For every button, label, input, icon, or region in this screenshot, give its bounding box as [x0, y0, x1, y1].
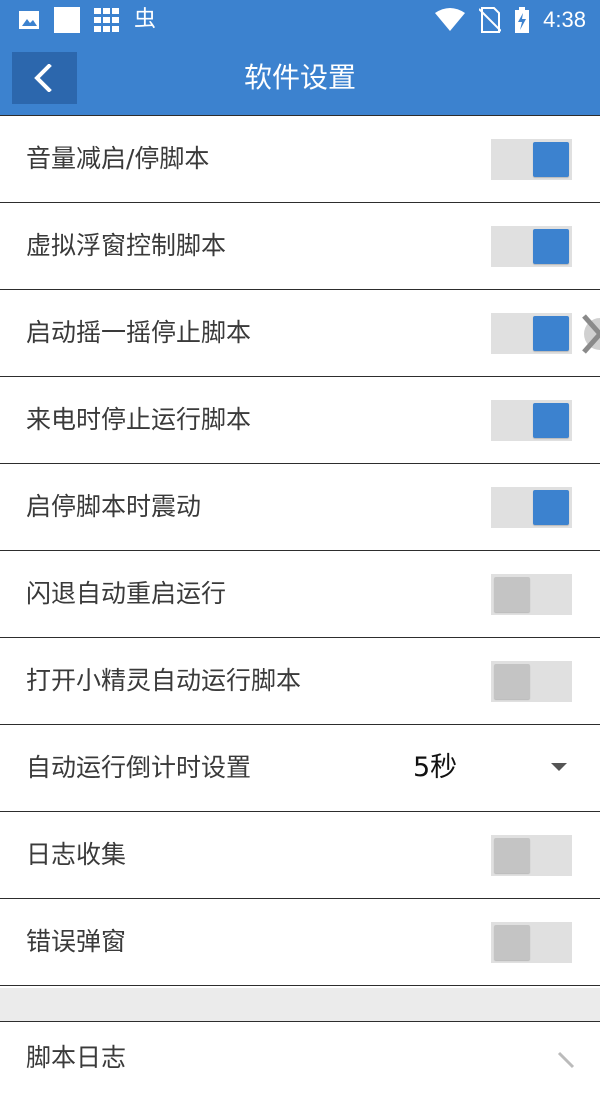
stop-on-call-switch[interactable] [491, 400, 572, 441]
setting-row-volume-toggle-script: 音量减启/停脚本 [0, 116, 600, 203]
floating-control-icon[interactable] [578, 310, 600, 358]
battery-charging-icon [515, 7, 530, 33]
white-square-icon [54, 7, 80, 33]
switch-knob [494, 838, 530, 873]
status-time: 4:38 [543, 7, 586, 32]
setting-label: 启停脚本时震动 [26, 492, 202, 521]
setting-label: 虚拟浮窗控制脚本 [26, 231, 227, 260]
caret-down-icon [551, 763, 567, 771]
settings-list: 音量减启/停脚本 虚拟浮窗控制脚本 启动摇一摇停止脚本 来电时停止运行脚本 启停… [0, 116, 600, 986]
floating-window-control-switch[interactable] [491, 226, 572, 267]
setting-label: 音量减启/停脚本 [26, 144, 210, 173]
error-popup-switch[interactable] [491, 922, 572, 963]
log-collection-switch[interactable] [491, 835, 572, 876]
switch-knob [533, 316, 569, 351]
switch-knob [533, 229, 569, 264]
setting-label: 脚本日志 [26, 1043, 127, 1072]
wifi-icon [435, 8, 466, 31]
setting-label: 打开小精灵自动运行脚本 [26, 666, 302, 695]
vibrate-on-toggle-switch[interactable] [491, 487, 572, 528]
setting-row-vibrate-on-toggle: 启停脚本时震动 [0, 464, 600, 551]
setting-row-auto-run-countdown: 自动运行倒计时设置 5秒 [0, 725, 600, 812]
app-bar: 软件设置 [0, 40, 600, 116]
shake-to-stop-switch[interactable] [491, 313, 572, 354]
setting-label: 日志收集 [26, 840, 127, 869]
setting-row-error-popup: 错误弹窗 [0, 899, 600, 986]
switch-knob [494, 664, 530, 699]
switch-knob [533, 142, 569, 177]
switch-knob [494, 925, 530, 960]
section-gap [0, 988, 600, 1022]
chevron-left-icon [34, 64, 52, 92]
switch-knob [533, 490, 569, 525]
status-right-icons: 4:38 [435, 6, 586, 34]
bug-icon: 虫 [134, 7, 157, 32]
grid-icon [94, 8, 119, 32]
chevron-right-icon [557, 1051, 575, 1069]
setting-row-log-collection: 日志收集 [0, 812, 600, 899]
setting-row-auto-run-on-open: 打开小精灵自动运行脚本 [0, 638, 600, 725]
setting-label: 错误弹窗 [26, 927, 127, 956]
status-left-icons: 虫 [18, 7, 156, 33]
image-icon [19, 11, 39, 29]
volume-toggle-script-switch[interactable] [491, 139, 572, 180]
setting-label: 闪退自动重启运行 [26, 579, 227, 608]
setting-label: 自动运行倒计时设置 [26, 753, 252, 782]
setting-row-crash-auto-restart: 闪退自动重启运行 [0, 551, 600, 638]
auto-run-on-open-switch[interactable] [491, 661, 572, 702]
setting-label: 启动摇一摇停止脚本 [26, 318, 252, 347]
setting-label: 来电时停止运行脚本 [26, 405, 252, 434]
page-title: 软件设置 [243, 61, 356, 94]
script-log-row[interactable]: 脚本日志 [0, 1022, 600, 1108]
setting-row-floating-window-control: 虚拟浮窗控制脚本 [0, 203, 600, 290]
switch-knob [494, 577, 530, 612]
no-sim-icon [479, 7, 502, 33]
status-bar: 虫 4:38 [0, 0, 600, 40]
setting-row-stop-on-call: 来电时停止运行脚本 [0, 377, 600, 464]
countdown-value: 5秒 [413, 752, 458, 783]
countdown-dropdown[interactable]: 5秒 [400, 725, 580, 811]
switch-knob [533, 403, 569, 438]
setting-row-shake-to-stop: 启动摇一摇停止脚本 [0, 290, 600, 377]
crash-auto-restart-switch[interactable] [491, 574, 572, 615]
back-button[interactable] [12, 52, 77, 104]
